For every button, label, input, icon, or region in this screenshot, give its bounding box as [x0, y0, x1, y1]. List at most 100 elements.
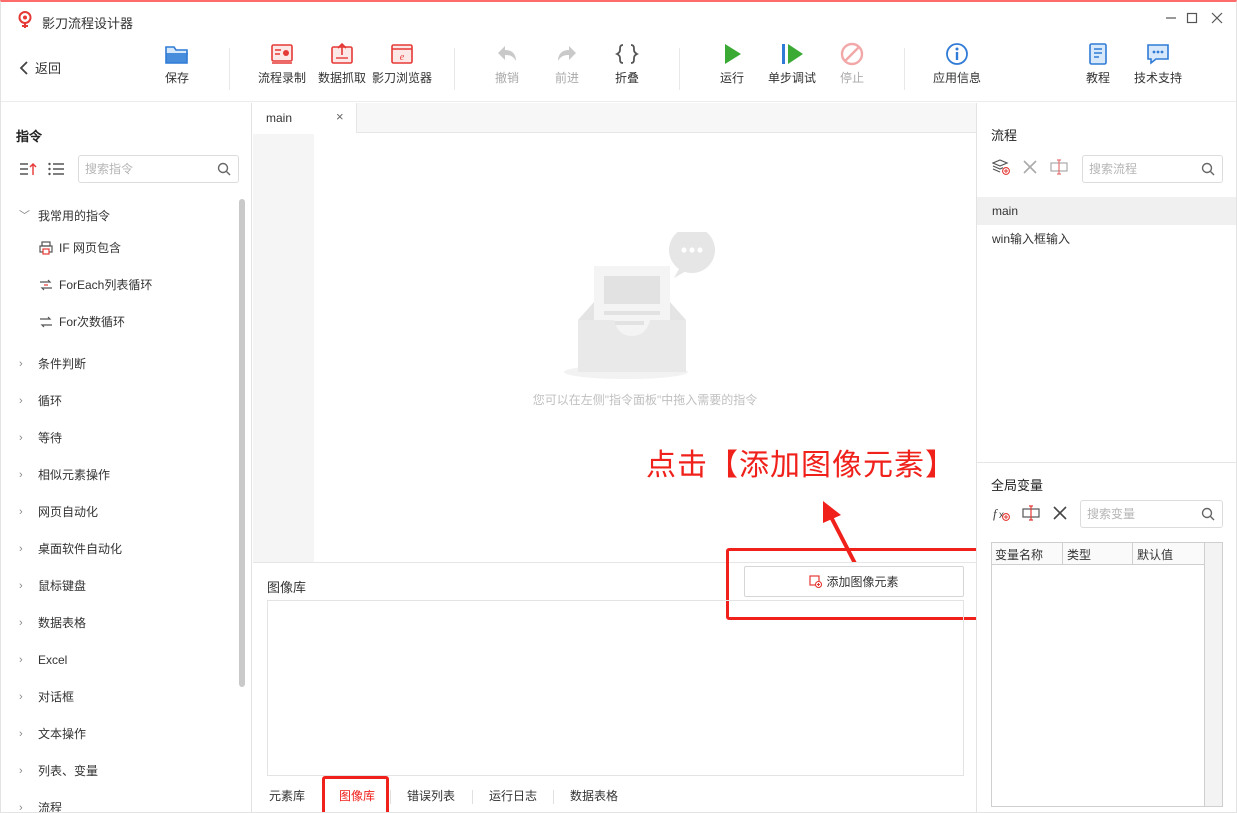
close-window-button[interactable]	[1207, 10, 1227, 30]
flow-item-win-input[interactable]: win输入框输入	[977, 225, 1236, 253]
tree-category-label: 条件判断	[38, 357, 87, 371]
toolbar-divider	[904, 48, 905, 90]
designer-window: 影刀流程设计器 返回 保存 流程录制 数据抓取 e 影刀浏览器 撤销 前进 折叠…	[0, 0, 1237, 813]
search-icon[interactable]	[217, 162, 231, 176]
column-divider	[1062, 543, 1063, 565]
add-image-icon	[809, 575, 823, 588]
maximize-icon	[1186, 12, 1198, 24]
chevron-right-icon: ›	[19, 358, 23, 370]
fold-label: 折叠	[614, 71, 639, 85]
close-tab-icon[interactable]: ×	[336, 109, 344, 124]
variable-tools: f x	[992, 505, 1068, 521]
flow-item-main[interactable]: main	[977, 197, 1236, 225]
app-info-label: 应用信息	[932, 71, 981, 85]
flow-tools	[992, 159, 1068, 175]
info-icon	[946, 43, 968, 65]
tab-main[interactable]: main ×	[253, 103, 357, 133]
tree-category-label: 网页自动化	[38, 505, 99, 519]
app-info-button[interactable]: 应用信息	[922, 42, 992, 98]
flows-title: 流程	[991, 128, 1018, 143]
tree-category-label: 鼠标键盘	[38, 579, 87, 593]
tab-divider	[553, 790, 554, 804]
back-button[interactable]: 返回	[19, 58, 61, 77]
add-image-label: 添加图像元素	[826, 575, 899, 589]
loop-list-icon	[40, 279, 52, 291]
record-icon	[271, 44, 293, 64]
instruction-search-box	[78, 155, 239, 183]
list-icon[interactable]	[47, 161, 65, 177]
variables-table-header: 变量名称 类型 默认值	[992, 543, 1204, 565]
add-flow-icon[interactable]	[992, 159, 1010, 175]
image-library-title: 图像库	[267, 580, 307, 595]
empty-inbox-illustration	[564, 232, 715, 379]
support-button[interactable]: 技术支持	[1123, 42, 1193, 98]
column-divider	[1132, 543, 1133, 565]
function-icon[interactable]: f x	[992, 505, 1010, 521]
tab-label: main	[266, 111, 293, 125]
tab-run-log[interactable]: 运行日志	[489, 787, 537, 804]
instructions-tools	[19, 161, 65, 177]
tree-category-label: 文本操作	[38, 727, 87, 741]
search-icon[interactable]	[1201, 162, 1215, 176]
instruction-scrollbar[interactable]	[239, 199, 245, 687]
stop-label: 停止	[839, 71, 864, 85]
redo-icon	[558, 46, 576, 61]
rename-variable-icon[interactable]	[1022, 505, 1040, 521]
tree-category-label: 流程	[38, 801, 63, 813]
browser-button[interactable]: e 影刀浏览器	[367, 42, 437, 98]
chevron-right-icon: ›	[19, 395, 23, 407]
add-image-element-button[interactable]: 添加图像元素	[744, 566, 964, 597]
tab-image-library[interactable]: 图像库	[339, 787, 375, 804]
tab-divider	[472, 790, 473, 804]
rename-icon[interactable]	[1050, 159, 1068, 175]
folder-icon	[165, 46, 188, 64]
flow-canvas[interactable]: 您可以在左侧"指令面板"中拖入需要的指令 点击【添加图像元素】	[314, 134, 976, 577]
column-header-default[interactable]: 默认值	[1137, 546, 1173, 563]
chat-icon	[1147, 44, 1169, 65]
tree-category-label: 相似元素操作	[38, 468, 111, 482]
browser-label: 影刀浏览器	[371, 71, 432, 85]
save-button[interactable]: 保存	[142, 42, 212, 98]
tree-category-label: 等待	[38, 431, 63, 445]
chevron-right-icon: ›	[19, 691, 23, 703]
toolbar-divider	[679, 48, 680, 90]
browser-icon: e	[391, 44, 413, 64]
tab-error-list[interactable]: 错误列表	[407, 787, 455, 804]
variables-scrollbar[interactable]	[1204, 543, 1222, 806]
column-header-type[interactable]: 类型	[1067, 546, 1091, 563]
stop-button[interactable]: 停止	[817, 42, 887, 98]
app-logo-icon	[18, 11, 32, 28]
search-icon[interactable]	[1201, 507, 1215, 521]
tab-element-library[interactable]: 元素库	[269, 787, 305, 804]
play-icon	[725, 44, 741, 64]
sort-icon[interactable]	[19, 161, 37, 177]
tree-item-label: ForEach列表循环	[59, 278, 153, 292]
instruction-search-input[interactable]	[79, 156, 238, 182]
maximize-button[interactable]	[1182, 10, 1202, 30]
tree-group-label: 我常用的指令	[38, 209, 111, 223]
stop-icon	[840, 42, 864, 66]
tree-category-label: Excel	[38, 653, 68, 667]
column-header-name[interactable]: 变量名称	[995, 546, 1043, 563]
tab-data-table[interactable]: 数据表格	[570, 787, 618, 804]
chevron-right-icon: ›	[19, 469, 23, 481]
tree-category-label: 对话框	[38, 690, 75, 704]
upload-data-icon	[331, 42, 353, 64]
tree-category-label: 循环	[38, 394, 63, 408]
undo-icon	[498, 46, 516, 61]
delete-variable-icon[interactable]	[1052, 505, 1068, 521]
minimize-button[interactable]	[1161, 10, 1181, 30]
variable-search-box	[1080, 500, 1223, 528]
variables-title: 全局变量	[991, 478, 1044, 493]
chevron-right-icon: ›	[19, 802, 23, 813]
loop-icon	[40, 316, 52, 328]
braces-icon	[614, 44, 640, 64]
close-icon	[1211, 12, 1223, 24]
title-bar: 影刀流程设计器	[1, 2, 1236, 38]
delete-icon[interactable]	[1022, 159, 1038, 175]
fold-button[interactable]: 折叠	[592, 42, 662, 98]
chevron-right-icon: ›	[19, 506, 23, 518]
chevron-left-icon	[19, 60, 28, 75]
panel-divider	[977, 462, 1236, 463]
tab-divider	[390, 790, 391, 804]
